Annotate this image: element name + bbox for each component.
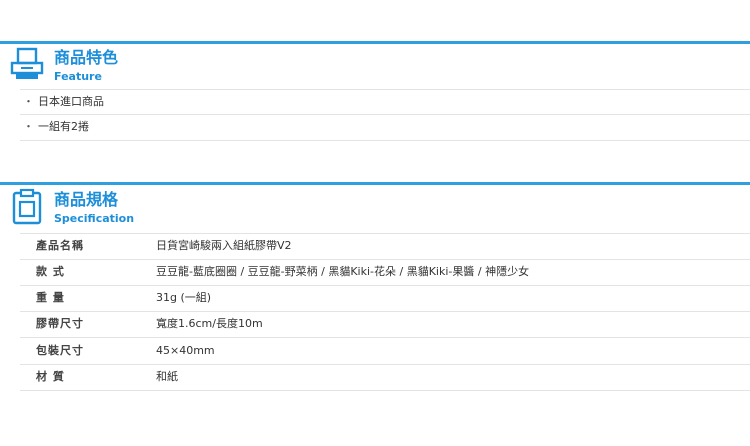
divider xyxy=(20,390,750,391)
spec-subtitle: Specification xyxy=(54,212,135,225)
spec-row: 款 式 豆豆龍-藍底圈圈 / 豆豆龍-野菜柄 / 黑貓Kiki-花朵 / 黑貓K… xyxy=(20,259,750,285)
feature-title: 商品特色 xyxy=(54,48,119,67)
feature-item-text: 日本進口商品 xyxy=(38,95,104,108)
spec-value: 和紙 xyxy=(156,370,178,383)
spec-label: 款 式 xyxy=(36,265,65,278)
spec-header: 商品規格 Specification xyxy=(0,188,750,238)
feature-subtitle: Feature xyxy=(54,70,102,83)
spec-value: 日貨宮崎駿兩入組紙膠帶V2 xyxy=(156,239,292,252)
spec-top-bar xyxy=(0,182,750,185)
spec-row: 材 質 和紙 xyxy=(20,364,750,390)
spec-value: 31g (一組) xyxy=(156,291,212,304)
spec-label: 包裝尺寸 xyxy=(36,344,84,357)
spec-value: 寬度1.6cm/長度10m xyxy=(156,317,263,330)
spec-row: 重 量 31g (一組) xyxy=(20,285,750,311)
spec-value: 45×40mm xyxy=(156,344,215,357)
spec-label: 重 量 xyxy=(36,291,65,304)
feature-top-bar xyxy=(0,41,750,44)
spec-label: 產品名稱 xyxy=(36,239,84,252)
spec-label: 膠帶尺寸 xyxy=(36,317,84,330)
clipboard-icon xyxy=(12,188,42,225)
spec-row: 膠帶尺寸 寬度1.6cm/長度10m xyxy=(20,311,750,337)
spec-row: 產品名稱 日貨宮崎駿兩入組紙膠帶V2 xyxy=(20,233,750,259)
spec-title: 商品規格 xyxy=(54,190,119,209)
divider xyxy=(20,140,750,141)
spec-value: 豆豆龍-藍底圈圈 / 豆豆龍-野菜柄 / 黑貓Kiki-花朵 / 黑貓Kiki-… xyxy=(156,265,530,278)
feature-item: ・一組有2捲 xyxy=(23,120,89,133)
spec-row: 包裝尺寸 45×40mm xyxy=(20,338,750,364)
printer-icon xyxy=(10,47,44,79)
spec-label: 材 質 xyxy=(36,370,65,383)
feature-item-text: 一組有2捲 xyxy=(38,120,89,133)
feature-item: ・日本進口商品 xyxy=(23,95,104,108)
